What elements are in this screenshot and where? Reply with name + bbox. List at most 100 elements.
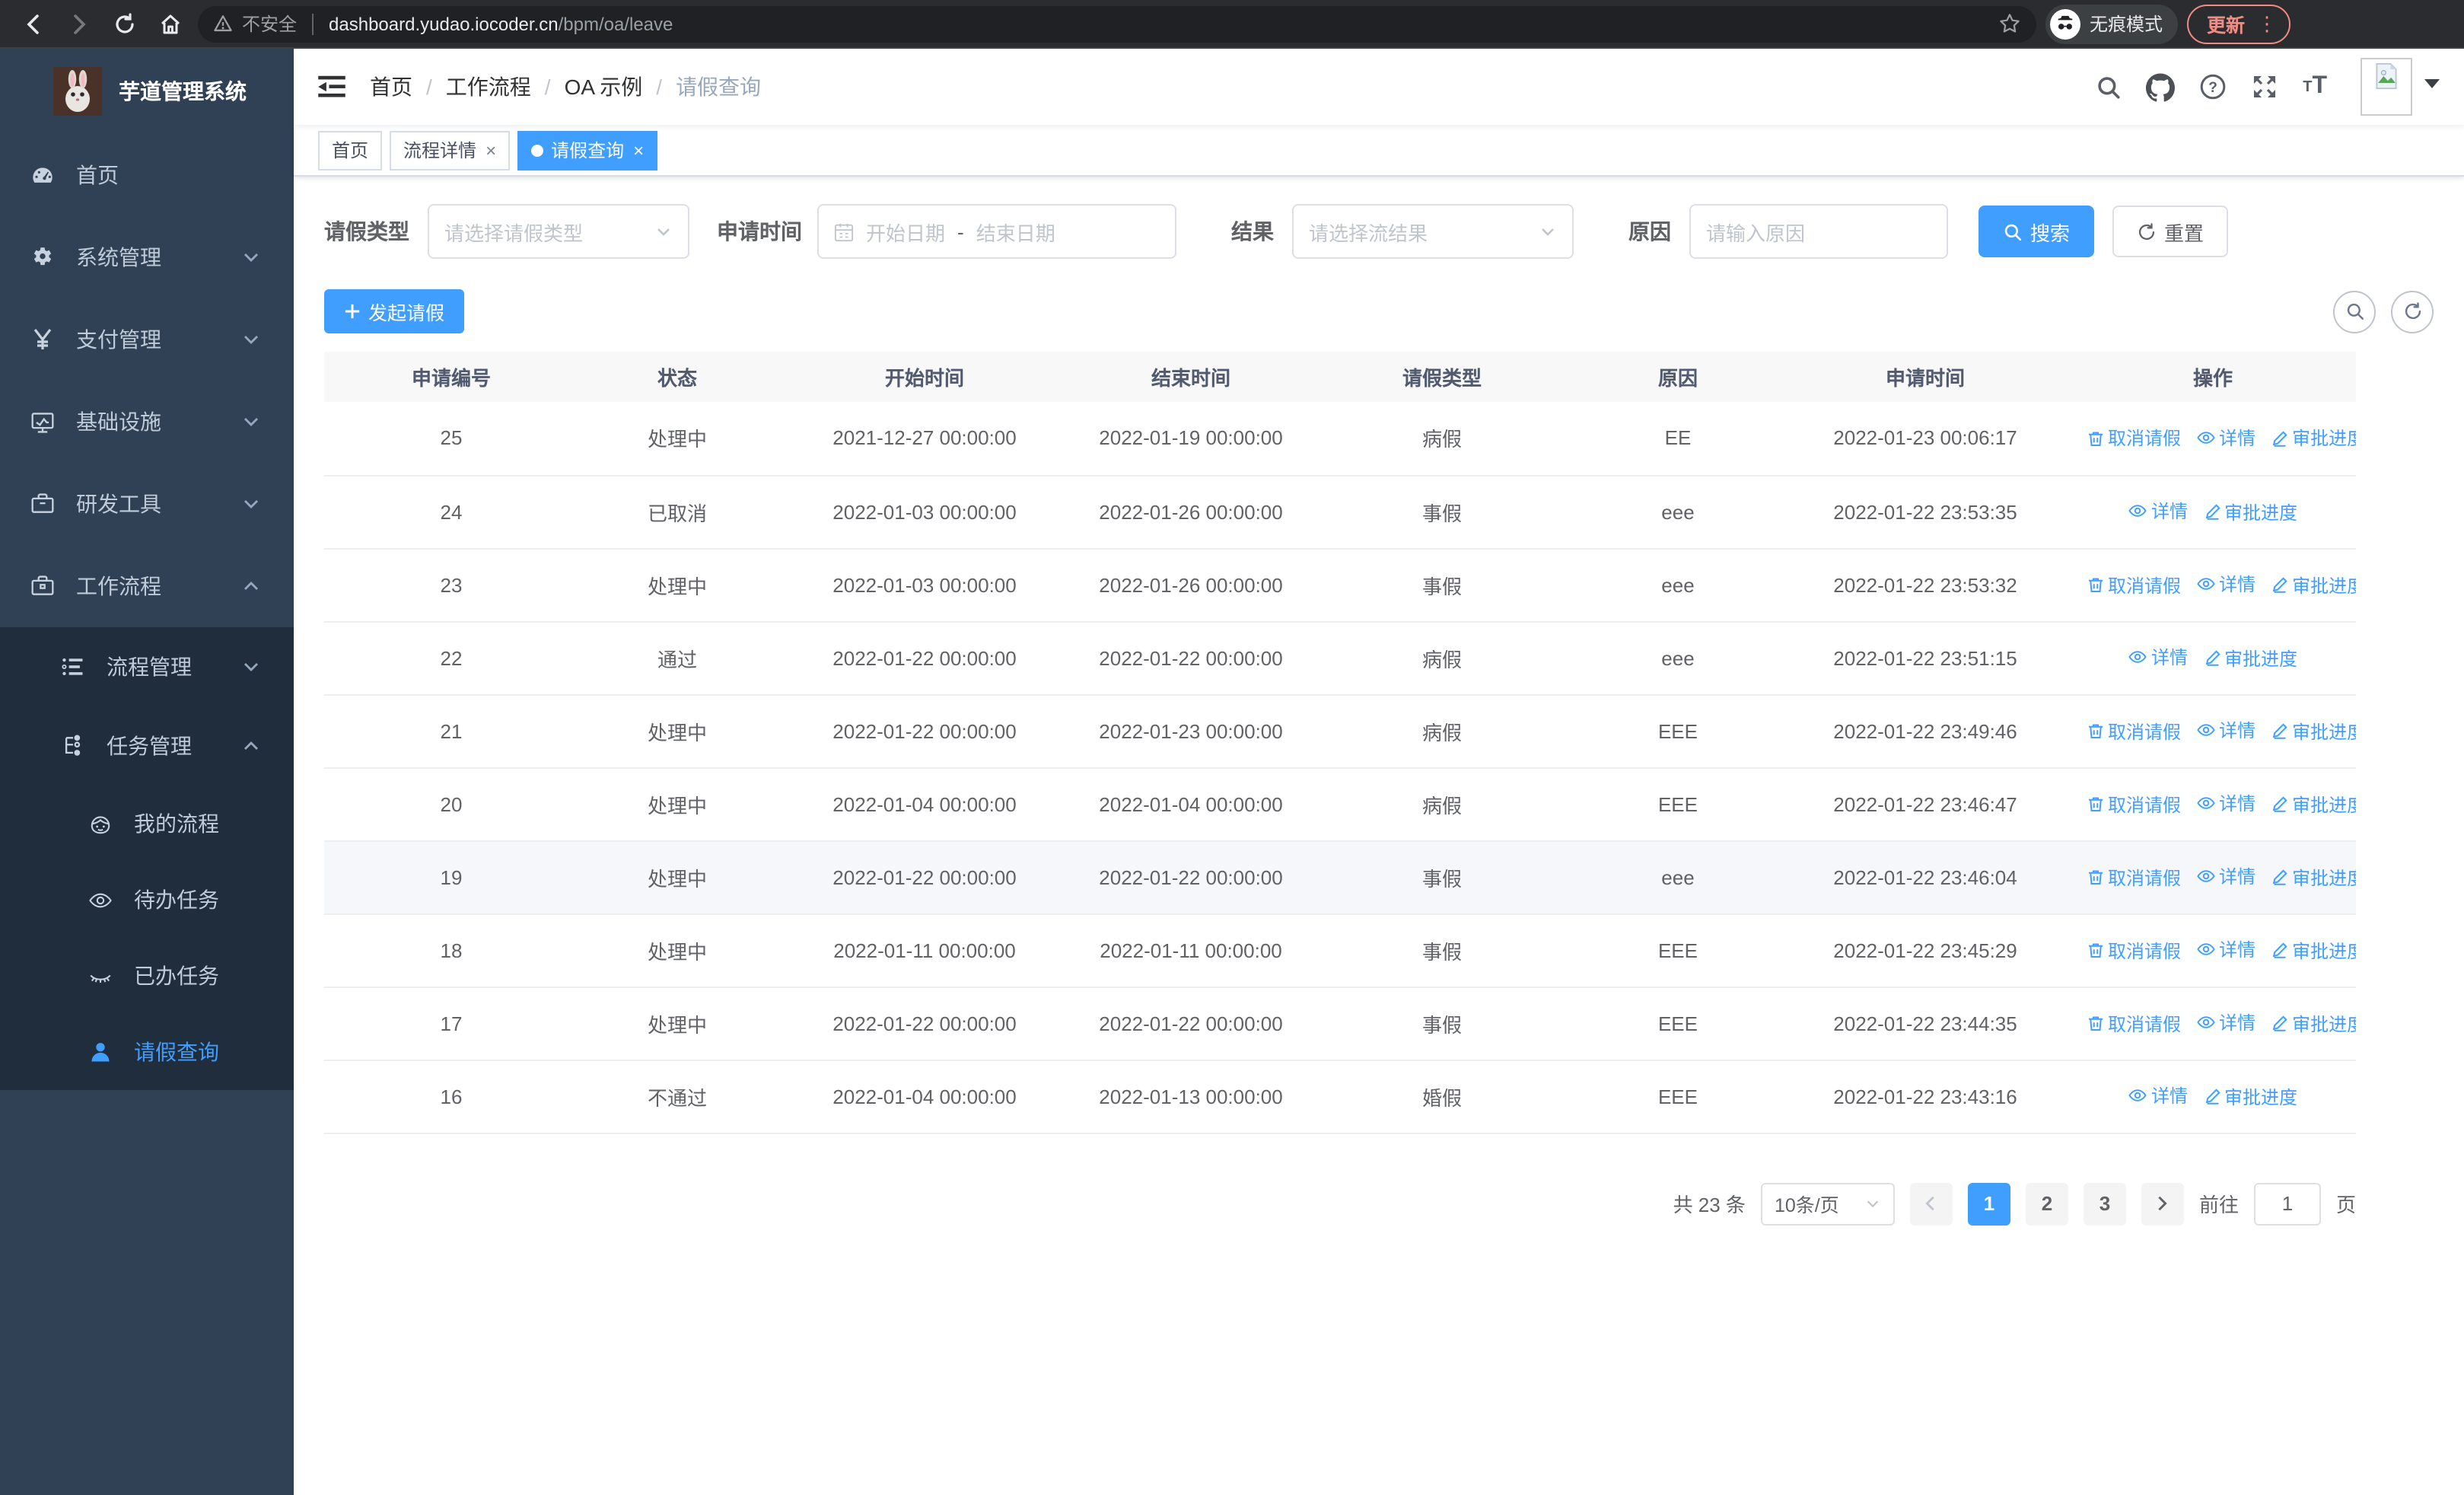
- cell-status: 处理中: [578, 913, 776, 987]
- column-header: 结束时间: [1073, 352, 1309, 402]
- progress-link[interactable]: 审批进度: [2203, 1083, 2297, 1109]
- cancel-link[interactable]: 取消请假: [2087, 864, 2181, 890]
- breadcrumb-separator: /: [544, 75, 551, 99]
- cell-applied: 2022-01-23 00:06:17: [1781, 402, 2070, 476]
- sidebar-item-系统管理[interactable]: 系统管理: [0, 216, 294, 298]
- breadcrumb-item[interactable]: 首页: [370, 72, 412, 102]
- reason-input[interactable]: 请输入原因: [1689, 204, 1948, 259]
- progress-link[interactable]: 审批进度: [2203, 645, 2297, 671]
- table-row: 23 处理中 2022-01-03 00:00:00 2022-01-26 00:00…: [324, 548, 2356, 622]
- sidebar-item-任务管理[interactable]: 任务管理: [0, 706, 294, 786]
- browser-menu-icon[interactable]: ⋮: [2257, 11, 2277, 36]
- detail-link[interactable]: 详情: [2196, 1009, 2255, 1035]
- prev-page-button[interactable]: [1909, 1182, 1953, 1225]
- breadcrumb-item[interactable]: 工作流程: [446, 72, 531, 102]
- progress-link[interactable]: 审批进度: [2271, 791, 2356, 817]
- browser-home-icon[interactable]: [152, 5, 189, 42]
- github-icon[interactable]: [2146, 72, 2176, 101]
- sidebar-item-首页[interactable]: 首页: [0, 134, 294, 216]
- tag-view-请假查询[interactable]: 请假查询 ×: [517, 130, 658, 170]
- address-bar[interactable]: 不安全 dashboard.yudao.iocoder.cn/bpm/oa/le…: [198, 5, 2036, 42]
- browser-back-icon[interactable]: [15, 5, 52, 42]
- leave-type-select[interactable]: 请选择请假类型: [428, 204, 689, 259]
- cancel-link[interactable]: 取消请假: [2087, 426, 2181, 451]
- reason-placeholder: 请输入原因: [1706, 222, 1806, 244]
- sidebar-item-已办任务[interactable]: 已办任务: [0, 938, 294, 1014]
- update-button[interactable]: 更新 ⋮: [2187, 4, 2291, 43]
- view-icon: [2128, 647, 2148, 667]
- fullscreen-icon[interactable]: [2251, 73, 2278, 100]
- sidebar-item-待办任务[interactable]: 待办任务: [0, 862, 294, 938]
- progress-link[interactable]: 审批进度: [2271, 572, 2356, 598]
- help-icon[interactable]: ?: [2199, 73, 2227, 100]
- cell-start: 2022-01-22 00:00:00: [776, 987, 1073, 1060]
- sidebar-item-我的流程[interactable]: 我的流程: [0, 786, 294, 862]
- breadcrumb-item[interactable]: OA 示例: [565, 72, 643, 102]
- show-search-toggle-button[interactable]: [2333, 290, 2376, 333]
- gear-icon: [30, 245, 55, 269]
- next-page-button[interactable]: [2141, 1182, 2184, 1225]
- sidebar-toggle-icon[interactable]: [318, 75, 345, 99]
- browser-refresh-icon[interactable]: [107, 5, 143, 42]
- sidebar-item-label: 我的流程: [134, 811, 219, 836]
- apply-time-range-picker[interactable]: 开始日期 - 结束日期: [817, 204, 1176, 259]
- cancel-link[interactable]: 取消请假: [2087, 718, 2181, 744]
- sidebar-item-请假查询[interactable]: 请假查询: [0, 1014, 294, 1090]
- cell-end: 2022-01-26 00:00:00: [1073, 475, 1309, 549]
- goto-page-input[interactable]: [2253, 1182, 2321, 1225]
- cell-start: 2022-01-22 00:00:00: [776, 694, 1073, 768]
- detail-link[interactable]: 详情: [2196, 425, 2255, 451]
- page-size-select[interactable]: 10条/页: [1760, 1182, 1895, 1225]
- progress-link[interactable]: 审批进度: [2271, 937, 2356, 963]
- table-header-row: 申请编号 状态 开始时间 结束时间 请假类型 原因 申请时间 操作: [324, 352, 2356, 402]
- page-button-2[interactable]: 2: [2025, 1182, 2068, 1225]
- sidebar-item-研发工具[interactable]: 研发工具: [0, 463, 294, 545]
- cancel-link[interactable]: 取消请假: [2087, 791, 2181, 817]
- edit-icon: [2203, 502, 2221, 521]
- cancel-link[interactable]: 取消请假: [2087, 937, 2181, 963]
- refresh-table-button[interactable]: [2391, 290, 2434, 333]
- header-search-icon[interactable]: [2096, 74, 2122, 100]
- chevron-up-icon: [242, 577, 260, 595]
- detail-link[interactable]: 详情: [2196, 571, 2255, 597]
- detail-link[interactable]: 详情: [2196, 863, 2255, 889]
- progress-link[interactable]: 审批进度: [2271, 1010, 2356, 1036]
- tag-view-首页[interactable]: 首页: [318, 130, 383, 170]
- detail-link[interactable]: 详情: [2196, 936, 2255, 962]
- font-size-icon[interactable]: TT: [2303, 73, 2327, 100]
- detail-link[interactable]: 详情: [2128, 1082, 2188, 1108]
- progress-link[interactable]: 审批进度: [2203, 499, 2297, 524]
- create-leave-button[interactable]: 发起请假: [324, 289, 465, 333]
- cancel-link[interactable]: 取消请假: [2087, 572, 2181, 598]
- sidebar-item-流程管理[interactable]: 流程管理: [0, 627, 294, 706]
- detail-link[interactable]: 详情: [2196, 717, 2255, 743]
- progress-link[interactable]: 审批进度: [2271, 426, 2356, 451]
- page-unit-label: 页: [2335, 1194, 2356, 1216]
- sidebar-item-label: 任务管理: [107, 734, 192, 758]
- page-button-3[interactable]: 3: [2083, 1182, 2126, 1225]
- detail-link[interactable]: 详情: [2128, 498, 2188, 524]
- close-tab-icon[interactable]: ×: [633, 139, 644, 161]
- tag-view-流程详情[interactable]: 流程详情 ×: [390, 130, 511, 170]
- reset-button[interactable]: 重置: [2112, 206, 2229, 257]
- cell-start: 2022-01-03 00:00:00: [776, 548, 1073, 622]
- result-select[interactable]: 请选择流结果: [1292, 204, 1574, 259]
- close-tab-icon[interactable]: ×: [485, 139, 496, 161]
- progress-link[interactable]: 审批进度: [2271, 718, 2356, 744]
- sidebar-item-支付管理[interactable]: 支付管理: [0, 298, 294, 381]
- bookmark-star-icon[interactable]: [1998, 12, 2021, 35]
- detail-link[interactable]: 详情: [2196, 790, 2255, 816]
- trash-icon: [2087, 575, 2105, 594]
- search-button[interactable]: 搜索: [1979, 206, 2095, 257]
- cell-type: 事假: [1309, 475, 1575, 549]
- detail-link[interactable]: 详情: [2128, 644, 2188, 670]
- page-button-1[interactable]: 1: [1967, 1182, 2010, 1225]
- sidebar-item-基础设施[interactable]: 基础设施: [0, 381, 294, 463]
- cancel-link[interactable]: 取消请假: [2087, 1010, 2181, 1036]
- total-count: 共 23 条: [1673, 1194, 1746, 1216]
- browser-forward-icon[interactable]: [61, 5, 97, 42]
- sidebar-item-工作流程[interactable]: 工作流程: [0, 545, 294, 627]
- progress-link[interactable]: 审批进度: [2271, 864, 2356, 890]
- sidebar-logo[interactable]: 芋道管理系统: [0, 49, 294, 134]
- user-avatar-menu[interactable]: [2361, 58, 2440, 116]
